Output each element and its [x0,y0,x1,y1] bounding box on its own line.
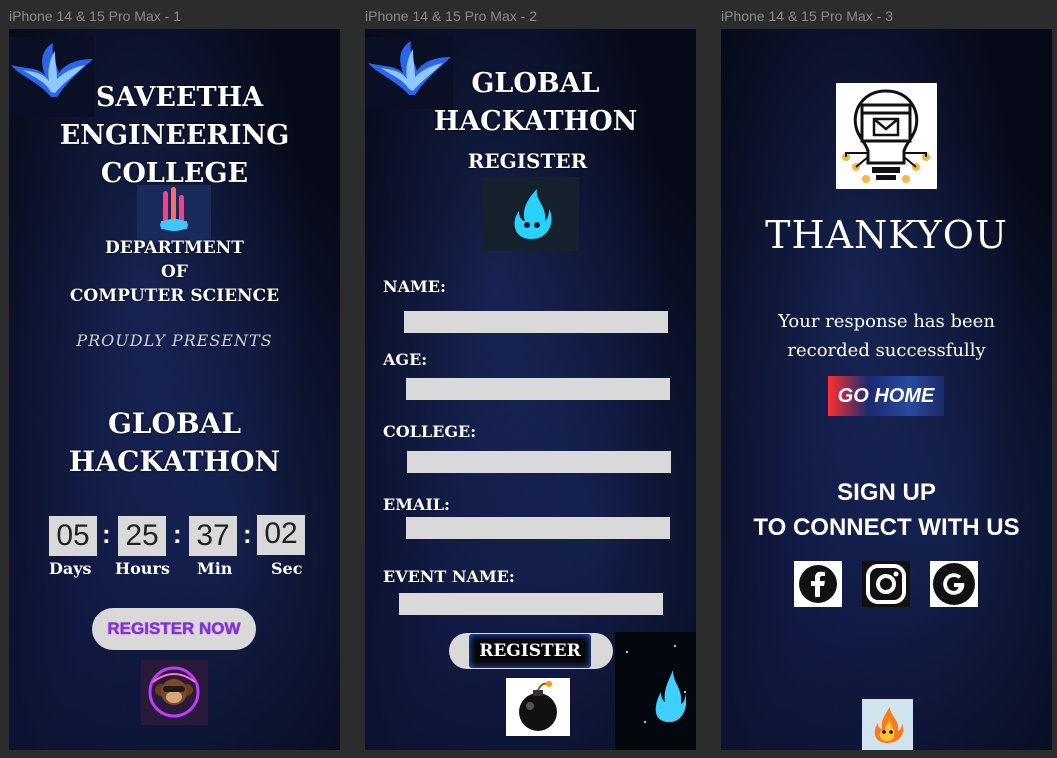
google-icon[interactable] [930,561,978,607]
countdown-separator: : [243,519,252,549]
department-line-2: OF [161,262,188,282]
confirmation-message: Your response has been recorded successf… [778,311,995,361]
event-title-line-2: HACKATHON [68,445,281,478]
college-input[interactable] [407,451,671,473]
gradient-logo-icon [137,185,211,243]
frame-label-2: iPhone 14 & 15 Pro Max - 2 [365,8,537,24]
register-button[interactable]: REGISTER [449,633,613,669]
go-home-button[interactable]: GO HOME [828,376,944,416]
fire-mascot-icon [862,699,913,750]
countdown-separator: : [102,519,111,549]
facebook-icon[interactable] [794,561,842,607]
instagram-icon[interactable] [862,561,910,607]
countdown-min-label: Min [197,559,233,578]
frame-label-1: iPhone 14 & 15 Pro Max - 1 [9,8,181,24]
screen-register: GLOBAL HACKATHON REGISTER NAME: AGE: COL… [365,29,696,750]
age-label: AGE: [383,350,428,369]
age-input[interactable] [406,378,670,400]
signup-line-2: TO CONNECT WITH US [753,514,1020,541]
event-name-input[interactable] [399,593,663,615]
name-label: NAME: [383,277,446,296]
email-input[interactable] [406,517,670,539]
countdown-days: 05 [49,516,97,556]
department-line-1: DEPARTMENT [105,238,244,258]
countdown-days-label: Days [49,559,92,578]
department-line-3: COMPUTER SCIENCE [69,286,280,306]
event-title-line-1: GLOBAL [107,407,242,440]
college-name-line-1: SAVEETHA [95,82,264,113]
thankyou-heading: THANKYOU [765,213,1008,257]
register-button-label: REGISTER [479,641,581,661]
countdown-min: 37 [189,516,237,556]
screen-home: SAVEETHA ENGINEERING COLLEGE DEPARTMENT … [9,29,340,750]
countdown-separator: : [173,519,182,549]
monkey-avatar-icon [141,660,208,725]
event-title-line-1: GLOBAL [471,68,600,99]
bomb-icon [506,678,570,736]
countdown-hours: 25 [118,516,166,556]
idea-bulb-icon [836,83,937,189]
countdown-hours-label: Hours [115,559,170,578]
register-now-button[interactable]: REGISTER NOW [92,608,256,650]
go-home-label: GO HOME [837,384,935,407]
college-label: COLLEGE: [383,422,477,441]
event-title-line-2: HACKATHON [433,106,638,137]
register-now-label: REGISTER NOW [107,619,241,638]
blue-flame-icon [483,177,579,251]
countdown-sec-label: Sec [271,559,303,578]
name-input[interactable] [404,311,668,333]
signup-line-1: SIGN UP [837,479,936,506]
email-label: EMAIL: [383,495,450,514]
proudly-presents-text: PROUDLY PRESENTS [76,331,273,350]
blue-flame-icon [615,632,696,750]
register-subtitle: REGISTER [467,149,588,173]
screen-thankyou: THANKYOU Your response has been recorded… [721,29,1052,750]
countdown-sec: 02 [257,515,305,555]
college-name-line-2: ENGINEERING [59,120,290,151]
event-name-label: EVENT NAME: [383,567,515,586]
frame-label-3: iPhone 14 & 15 Pro Max - 3 [721,8,893,24]
